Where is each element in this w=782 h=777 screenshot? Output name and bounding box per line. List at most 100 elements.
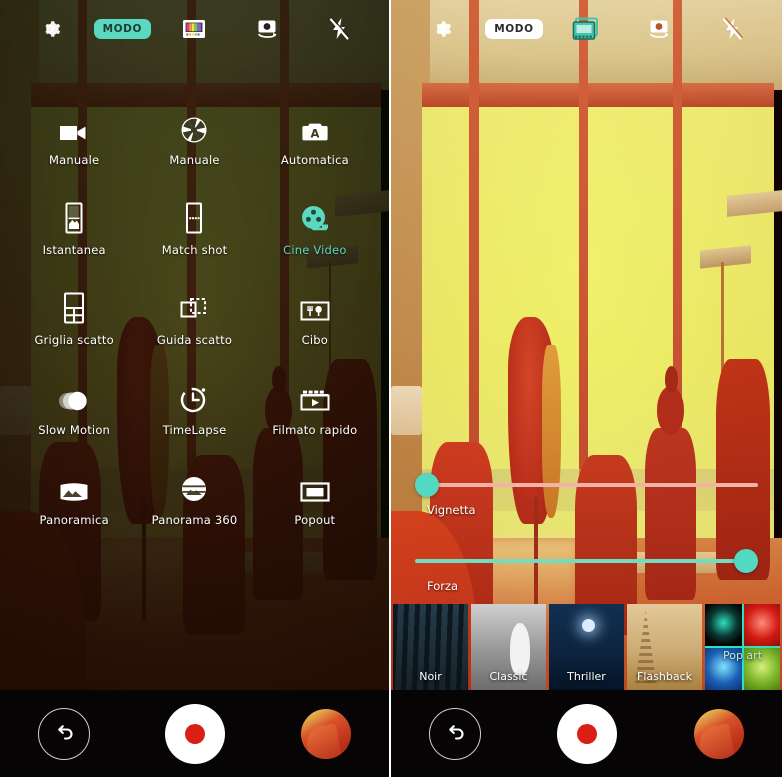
flash-off-icon: [327, 16, 351, 42]
filter-label: Flashback: [637, 670, 692, 683]
bottom-bar-left: [0, 690, 389, 777]
guide-shot-icon: [179, 290, 209, 324]
mode-chip-label: MODO: [93, 18, 151, 39]
filter-button[interactable]: [563, 10, 609, 48]
back-button[interactable]: [37, 707, 90, 760]
match-shot-icon: [183, 200, 205, 234]
slider-vignetta[interactable]: Vignetta: [415, 470, 758, 546]
filter-thumb-pop-art[interactable]: Pop art: [705, 604, 780, 690]
mode-item-manuale-video[interactable]: Manuale: [14, 110, 134, 167]
filter-thumb-noir[interactable]: Noir: [393, 604, 468, 690]
record-button[interactable]: [165, 703, 226, 764]
slider-track[interactable]: [415, 559, 746, 563]
screenshot-root: MODO Manuale Manuale A Automatica Istant…: [0, 0, 782, 777]
panel-mode-picker: MODO Manuale Manuale A Automatica Istant…: [0, 0, 391, 777]
mode-item-istantanea[interactable]: Istantanea: [14, 200, 134, 257]
mode-label: Slow Motion: [38, 423, 111, 437]
filter-icon: [571, 16, 601, 42]
mode-item-filmato-rapido[interactable]: Filmato rapido: [255, 380, 375, 437]
filter-adjustment-sliders: Vignetta Forza: [391, 470, 782, 622]
flash-button[interactable]: [709, 10, 755, 48]
gear-icon: [429, 17, 453, 41]
filter-thumb-classic[interactable]: Classic: [471, 604, 546, 690]
mode-chip-button[interactable]: MODO: [93, 10, 151, 48]
filter-label: Pop art: [722, 649, 763, 662]
film-reel-icon: [300, 200, 330, 234]
slow-motion-icon: [57, 380, 91, 414]
mode-item-manuale-photo[interactable]: Manuale: [134, 110, 254, 167]
mode-label: Griglia scatto: [34, 333, 114, 347]
mode-item-panorama-360[interactable]: Panorama 360: [134, 470, 254, 527]
switch-camera-button[interactable]: [636, 10, 682, 48]
mode-label: Popout: [294, 513, 336, 527]
mode-item-popout[interactable]: Popout: [255, 470, 375, 527]
auto-camera-icon: A: [300, 110, 330, 144]
mode-item-automatica[interactable]: A Automatica: [255, 110, 375, 167]
mode-label: Guida scatto: [156, 333, 233, 347]
filter-label: Classic: [489, 670, 528, 683]
mode-grid: Manuale Manuale A Automatica Istantanea …: [0, 110, 389, 527]
settings-button[interactable]: [418, 10, 464, 48]
slider-label: Forza: [427, 579, 459, 593]
top-toolbar-left: MODO: [0, 0, 389, 57]
aperture-icon: [180, 110, 208, 144]
mode-label: Panoramica: [39, 513, 109, 527]
panorama-360-icon: [179, 470, 209, 504]
record-button[interactable]: [557, 703, 618, 764]
video-camera-icon: [58, 110, 90, 144]
filter-preview-image: [705, 604, 780, 690]
mode-label: Automatica: [280, 153, 349, 167]
slider-knob[interactable]: [734, 549, 758, 573]
mode-label: TimeLapse: [162, 423, 227, 437]
filter-button[interactable]: [171, 10, 217, 48]
filter-thumb-thriller[interactable]: Thriller: [549, 604, 624, 690]
switch-camera-icon: [252, 16, 282, 42]
mode-label: Match shot: [161, 243, 228, 257]
gear-icon: [38, 17, 62, 41]
grid-shot-icon: [62, 290, 86, 324]
switch-camera-button[interactable]: [244, 10, 290, 48]
record-dot-icon: [577, 723, 598, 744]
mode-chip-button[interactable]: MODO: [485, 10, 543, 48]
back-icon: [442, 723, 468, 745]
mode-chip-label: MODO: [485, 18, 543, 39]
panel-filter-editor: MODO Vignetta Forza Noir Classic Thrille…: [391, 0, 782, 777]
mode-item-slow-motion[interactable]: Slow Motion: [14, 380, 134, 437]
mode-label: Cibo: [301, 333, 329, 347]
instant-photo-icon: [63, 200, 85, 234]
mode-item-panoramica[interactable]: Panoramica: [14, 470, 134, 527]
bottom-bar-right: [391, 690, 782, 777]
mode-label: Istantanea: [42, 243, 106, 257]
mode-label: Filmato rapido: [272, 423, 358, 437]
mode-item-guida-scatto[interactable]: Guida scatto: [134, 290, 254, 347]
slider-track[interactable]: [427, 483, 758, 487]
mode-item-griglia-scatto[interactable]: Griglia scatto: [14, 290, 134, 347]
filter-thumb-flashback[interactable]: Flashback: [627, 604, 702, 690]
filter-icon: [180, 17, 208, 41]
panorama-icon: [58, 470, 90, 504]
mode-label: Panorama 360: [151, 513, 238, 527]
food-icon: [299, 290, 331, 324]
record-dot-icon: [185, 723, 206, 744]
slider-label: Vignetta: [427, 503, 476, 517]
mode-item-timelapse[interactable]: TimeLapse: [134, 380, 254, 437]
fast-movie-icon: [299, 380, 331, 414]
filter-thumbnail-strip: Noir Classic Thriller Flashback Pop art: [391, 604, 782, 690]
popout-icon: [299, 470, 331, 504]
mode-item-match-shot[interactable]: Match shot: [134, 200, 254, 257]
mode-label: Manuale: [169, 153, 220, 167]
back-icon: [51, 723, 77, 745]
settings-button[interactable]: [27, 10, 73, 48]
mode-label: Cine Video: [283, 243, 347, 257]
flash-off-icon: [720, 16, 744, 42]
switch-camera-icon: [644, 16, 674, 42]
back-button[interactable]: [429, 707, 482, 760]
slider-knob[interactable]: [415, 473, 439, 497]
filter-label: Noir: [419, 670, 442, 683]
gallery-thumbnail-button[interactable]: [301, 708, 352, 759]
svg-text:A: A: [310, 126, 319, 140]
gallery-thumbnail-button[interactable]: [693, 708, 744, 759]
mode-item-cibo[interactable]: Cibo: [255, 290, 375, 347]
mode-item-cine-video[interactable]: Cine Video: [255, 200, 375, 257]
flash-button[interactable]: [316, 10, 362, 48]
